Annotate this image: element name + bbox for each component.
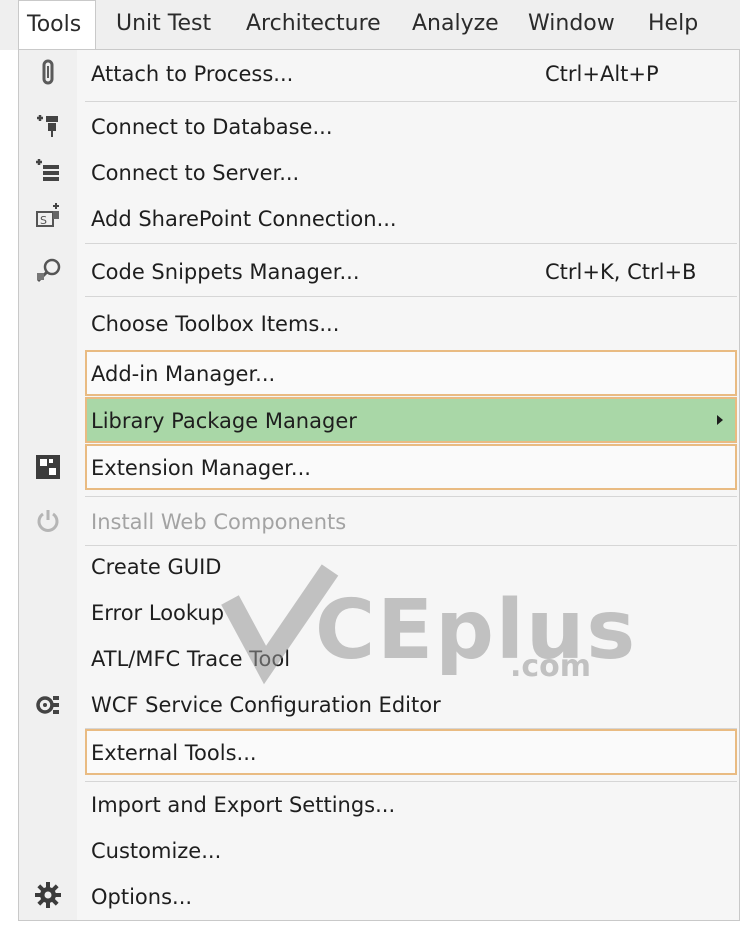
- menu-item-add-sharepoint-connection[interactable]: Add SharePoint Connection...: [85, 197, 737, 241]
- menu-item-attach-to-process[interactable]: Attach to Process... Ctrl+Alt+P: [85, 52, 737, 96]
- menu-item-label: Library Package Manager: [91, 409, 357, 433]
- submenu-arrow-icon: [717, 415, 723, 425]
- menu-item-label: Install Web Components: [91, 510, 347, 534]
- menu-item-label: Add-in Manager...: [91, 362, 276, 386]
- snippets-icon: [33, 256, 63, 286]
- menu-window[interactable]: Window: [520, 0, 623, 48]
- menu-item-label: Add SharePoint Connection...: [91, 207, 397, 231]
- sharepoint-icon: S: [33, 202, 63, 232]
- menu-separator: [85, 496, 737, 497]
- menu-item-customize[interactable]: Customize...: [85, 829, 737, 873]
- menu-separator: [85, 101, 737, 102]
- power-icon: [33, 506, 63, 536]
- menu-item-connect-to-database[interactable]: Connect to Database...: [85, 105, 737, 149]
- menu-item-label: Connect to Server...: [91, 161, 300, 185]
- menu-item-error-lookup[interactable]: Error Lookup: [85, 591, 737, 635]
- menu-separator: [85, 243, 737, 244]
- extension-icon: [33, 452, 63, 482]
- gear-icon: [33, 880, 63, 910]
- menu-unit-test[interactable]: Unit Test: [108, 0, 219, 48]
- server-plus-icon: [33, 156, 63, 186]
- menu-item-label: Error Lookup: [91, 601, 225, 625]
- menu-item-label: WCF Service Configuration Editor: [91, 693, 441, 717]
- menu-item-create-guid[interactable]: Create GUID: [85, 545, 737, 589]
- menu-item-label: External Tools...: [91, 741, 257, 765]
- attach-icon: [33, 58, 63, 88]
- menu-architecture[interactable]: Architecture: [238, 0, 389, 48]
- menu-item-label: ATL/MFC Trace Tool: [91, 647, 291, 671]
- menu-item-label: Attach to Process...: [91, 62, 294, 86]
- menu-item-add-in-manager[interactable]: Add-in Manager...: [85, 350, 737, 396]
- menu-item-library-package-manager[interactable]: Library Package Manager: [85, 397, 737, 443]
- menu-item-label: Create GUID: [91, 555, 222, 579]
- menu-item-label: Extension Manager...: [91, 456, 311, 480]
- menu-item-label: Choose Toolbox Items...: [91, 312, 340, 336]
- menu-analyze[interactable]: Analyze: [404, 0, 507, 48]
- menu-item-label: Import and Export Settings...: [91, 793, 396, 817]
- menu-tools[interactable]: Tools: [18, 0, 96, 50]
- wcf-config-icon: [33, 690, 63, 720]
- menu-item-choose-toolbox-items[interactable]: Choose Toolbox Items...: [85, 302, 737, 346]
- menu-separator: [85, 296, 737, 297]
- menu-separator: [85, 781, 737, 782]
- menu-item-label: Connect to Database...: [91, 115, 333, 139]
- tools-dropdown-menu: Attach to Process... Ctrl+Alt+P Connect …: [18, 49, 740, 921]
- menu-item-import-export-settings[interactable]: Import and Export Settings...: [85, 783, 737, 827]
- menu-item-code-snippets-manager[interactable]: Code Snippets Manager... Ctrl+K, Ctrl+B: [85, 250, 737, 294]
- menu-item-shortcut: Ctrl+Alt+P: [545, 62, 659, 86]
- menu-help[interactable]: Help: [640, 0, 706, 48]
- menu-item-label: Code Snippets Manager...: [91, 260, 360, 284]
- menu-item-external-tools[interactable]: External Tools...: [85, 729, 737, 775]
- svg-text:S: S: [40, 214, 47, 227]
- database-plug-icon: [33, 110, 63, 140]
- menu-item-atl-mfc-trace-tool[interactable]: ATL/MFC Trace Tool: [85, 637, 737, 681]
- menu-item-label: Options...: [91, 885, 193, 909]
- menu-item-extension-manager[interactable]: Extension Manager...: [85, 444, 737, 490]
- menu-item-install-web-components: Install Web Components: [85, 500, 737, 544]
- menu-bar: Tools Unit Test Architecture Analyze Win…: [0, 0, 740, 50]
- menu-item-label: Customize...: [91, 839, 222, 863]
- menu-item-connect-to-server[interactable]: Connect to Server...: [85, 151, 737, 195]
- menu-item-options[interactable]: Options...: [85, 875, 737, 919]
- menu-item-shortcut: Ctrl+K, Ctrl+B: [545, 260, 697, 284]
- menu-item-wcf-service-configuration-editor[interactable]: WCF Service Configuration Editor: [85, 683, 737, 727]
